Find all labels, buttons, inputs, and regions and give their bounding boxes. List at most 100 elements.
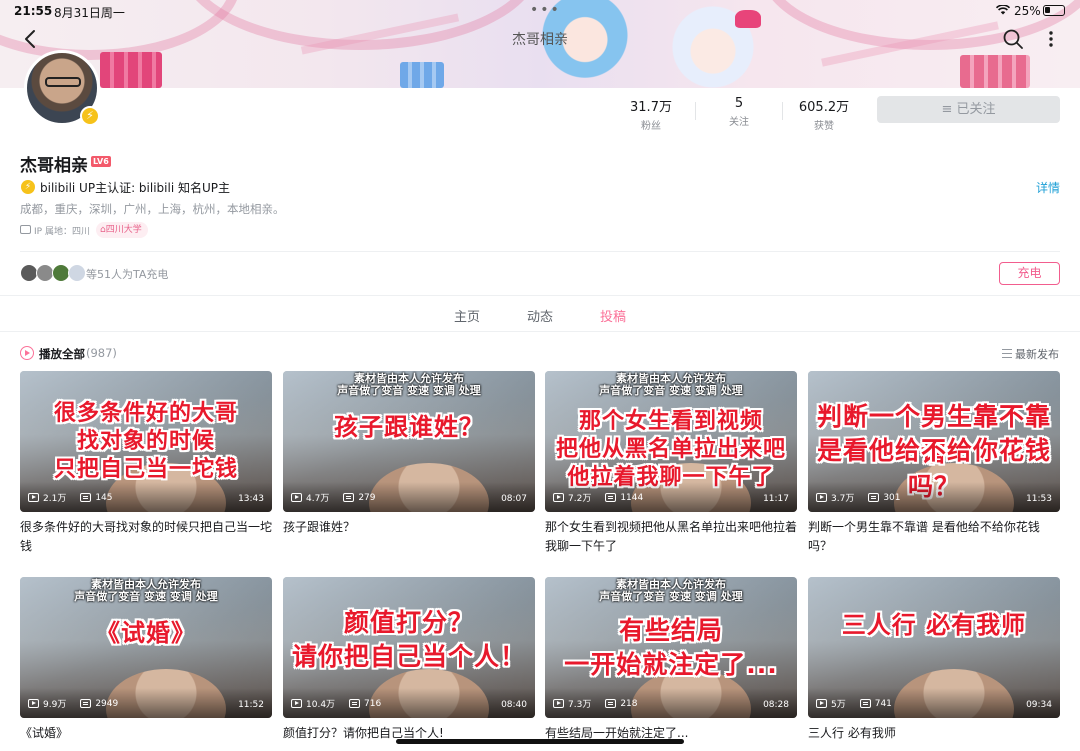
video-duration: 11:53 [1026,494,1052,504]
view-count: 2.1万 [43,494,67,504]
view-count: 7.2万 [568,494,592,504]
search-icon[interactable] [1002,28,1024,50]
view-count: 9.9万 [43,700,67,710]
nav-title: 杰哥相亲 [512,32,568,48]
video-duration: 11:17 [763,494,789,504]
stat-likes[interactable]: 605.2万 获赞 [784,96,864,132]
video-duration: 13:43 [238,494,264,504]
back-arrow-icon[interactable] [20,28,42,50]
school-name: 四川大学 [105,225,142,235]
video-card[interactable]: 三人行 必有我师 5万 741 09:34 三人行 必有我师 [808,577,1060,751]
video-card[interactable]: 很多条件好的大哥 找对象的时候 只把自己当一坨钱 2.1万 145 13:43 很多… [20,371,272,556]
view-count: 10.4万 [306,700,336,710]
video-stats: 4.7万 279 [291,491,376,504]
thumbnail-caption: 有些结局 [618,616,723,645]
video-stats: 9.9万 2949 [28,697,118,710]
video-card[interactable]: 素材皆由本人允许发布 声音做了变音 变速 变调 处理 有些结局 一开始就注定了..… [545,577,797,751]
video-thumbnail[interactable]: 三人行 必有我师 5万 741 09:34 [808,577,1060,718]
thumbnail-subtitle: 素材皆由本人允许发布 声音做了变音 变速 变调 处理 [337,372,481,397]
danmaku-icon [80,699,92,708]
danmaku-icon [859,699,871,708]
thumbnail-caption: 只把自己当一坨钱 [53,457,238,482]
video-card[interactable]: 素材皆由本人允许发布 声音做了变音 变速 变调 处理 《试婚》 9.9万 294… [20,577,272,751]
video-title[interactable]: 有些结局一开始就注定了... [545,724,797,751]
danmaku-icon [605,699,617,708]
video-thumbnail[interactable]: 素材皆由本人允许发布 声音做了变音 变速 变调 处理 孩子跟谁姓？ 4.7万 2… [283,371,535,512]
video-thumbnail[interactable]: 素材皆由本人允许发布 声音做了变音 变速 变调 处理 那个女生看到视频 把他从黑名… [545,371,797,512]
video-thumbnail[interactable]: 素材皆由本人允许发布 声音做了变音 变速 变调 处理 有些结局 一开始就注定了..… [545,577,797,718]
detail-link[interactable]: 详情 [1036,179,1060,196]
stat-fans[interactable]: 31.7万 粉丝 [611,96,691,132]
play-count-icon [28,699,39,708]
video-title[interactable]: 那个女生看到视频把他从黑名单拉出来吧他拉着我聊一下午了 [545,518,797,556]
wifi-icon [996,5,1010,15]
stat-likes-value: 605.2万 [798,100,850,115]
danmaku-icon [80,493,92,502]
video-stats: 2.1万 145 [28,491,113,504]
video-title[interactable]: 孩子跟谁姓？ [283,518,535,556]
view-count: 7.3万 [568,700,592,710]
more-vertical-icon[interactable] [1044,28,1058,50]
stat-following-label: 关注 [729,117,749,128]
status-time: 21:55 [14,4,53,18]
video-card[interactable]: 判断一个男生靠不靠谱是看他给不给你花钱吗？ 3.7万 301 11:53 判断一… [808,371,1060,556]
video-title[interactable]: 三人行 必有我师 [808,724,1060,751]
play-count-icon [291,699,302,708]
charge-button[interactable]: 充电 [999,262,1060,285]
video-duration: 08:07 [501,494,527,504]
danmaku-icon [605,493,617,502]
verified-lightning-icon: ⚡ [21,180,35,194]
danmaku-count: 741 [874,698,892,709]
video-thumbnail[interactable]: 颜值打分？ 请你把自己当个人！ 10.4万 716 08:40 [283,577,535,718]
danmaku-count: 2949 [95,698,119,709]
video-duration: 08:40 [501,700,527,710]
thumbnail-caption: 《试婚》 [96,619,196,647]
video-thumbnail[interactable]: 素材皆由本人允许发布 声音做了变音 变速 变调 处理 《试婚》 9.9万 294… [20,577,272,718]
sort-icon[interactable] [1002,349,1012,358]
play-count-icon [553,493,564,502]
video-thumbnail[interactable]: 很多条件好的大哥 找对象的时候 只把自己当一坨钱 2.1万 145 13:43 [20,371,272,512]
followed-button[interactable]: ≡ 已关注 [877,96,1060,123]
play-count-icon [553,699,564,708]
verification-text: bilibili UP主认证: bilibili 知名UP主 [40,181,231,195]
tab-home[interactable]: 主页 [454,306,480,325]
danmaku-count: 301 [883,492,901,503]
video-duration: 09:34 [1026,700,1052,710]
danmaku-count: 716 [364,698,382,709]
play-count-icon [816,699,827,708]
video-title[interactable]: 颜值打分？请你把自己当个人! [283,724,535,751]
video-title[interactable]: 很多条件好的大哥找对象的时候只把自己当一坨钱 [20,518,272,556]
bio-text: 成都，重庆，深圳，广州，上海，杭州，本地相亲。 [20,202,285,216]
video-thumbnail[interactable]: 判断一个男生靠不靠谱是看他给不给你花钱吗？ 3.7万 301 11:53 [808,371,1060,512]
level-badge: LV6 [91,156,111,167]
tab-dynamic[interactable]: 动态 [527,306,553,325]
home-indicator[interactable] [396,739,684,744]
charge-count-text[interactable]: 等51人为TA充电 [86,266,168,282]
play-all-button[interactable]: 播放全部 [39,346,85,362]
play-all-icon[interactable] [20,346,34,360]
video-duration: 08:28 [763,700,789,710]
video-card[interactable]: 素材皆由本人允许发布 声音做了变音 变速 变调 处理 那个女生看到视频 把他从黑名… [545,371,797,556]
stat-following[interactable]: 5 关注 [699,96,779,128]
danmaku-count: 279 [358,492,376,503]
lightning-badge-icon: ⚡ [80,106,100,126]
thumbnail-caption: 请你把自己当个人！ [291,642,526,671]
multitask-dots-icon[interactable]: ••• [530,2,561,18]
tab-uploads[interactable]: 投稿 [600,306,626,325]
ip-location: IP 属地：四川 [34,227,90,237]
thumbnail-caption: 一开始就注定了... [564,650,778,679]
video-title[interactable]: 《试婚》 [20,724,272,751]
danmaku-count: 218 [620,698,638,709]
sort-selector[interactable]: 最新发布 [1015,346,1059,362]
video-stats: 7.3万 218 [553,697,638,710]
stat-fans-value: 31.7万 [630,100,672,115]
video-card[interactable]: 素材皆由本人允许发布 声音做了变音 变速 变调 处理 孩子跟谁姓？ 4.7万 2… [283,371,535,556]
school-tag[interactable]: ⌂四川大学 [96,222,148,238]
play-count-icon [28,493,39,502]
thumbnail-caption: 颜值打分？ [343,608,474,637]
video-stats: 7.2万 1144 [553,491,643,504]
video-card[interactable]: 颜值打分？ 请你把自己当个人！ 10.4万 716 08:40 颜值打分？请你把自… [283,577,535,751]
thumbnail-caption: 三人行 必有我师 [841,611,1027,639]
video-title[interactable]: 判断一个男生靠不靠谱 是看他给不给你花钱吗？ [808,518,1060,556]
space-page: 21:55 8月31日周一 ••• 25% 杰哥相亲 ⚡ 31.7万 粉丝 5 … [0,0,1080,751]
